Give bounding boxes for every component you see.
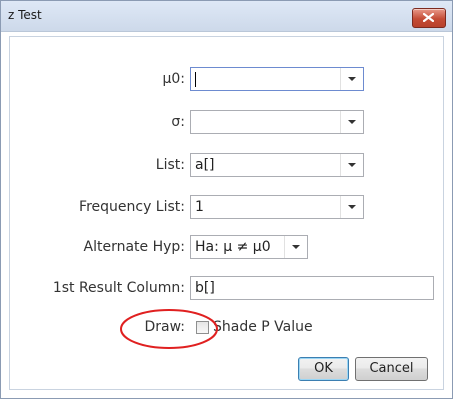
frequency-list-value: 1 (195, 199, 204, 215)
close-button[interactable] (412, 8, 446, 28)
list-label: List: (155, 157, 185, 173)
list-dropdown-button[interactable] (340, 154, 363, 176)
text-caret (195, 72, 196, 87)
frequency-list-label: Frequency List: (79, 199, 185, 215)
dialog-title: z Test (8, 8, 42, 22)
result-column-label: 1st Result Column: (52, 280, 185, 296)
list-value: a[] (195, 157, 215, 173)
result-column-input[interactable]: b[] (190, 276, 434, 300)
alternate-hyp-dropdown-button[interactable] (284, 236, 307, 258)
alternate-hyp-label: Alternate Hyp: (83, 239, 186, 255)
list-combobox[interactable]: a[] (190, 153, 364, 177)
mu0-combobox[interactable] (190, 67, 364, 91)
alternate-hyp-select[interactable]: Ha: µ ≠ µ0 (190, 235, 308, 259)
mu0-dropdown-button[interactable] (340, 68, 363, 90)
dialog-body: µ0: σ: List: a[] Frequency List: 1 Alter… (9, 36, 444, 390)
shade-p-value-label[interactable]: Shade P Value (213, 318, 313, 336)
mu0-label: µ0: (162, 71, 185, 87)
result-column-value: b[] (195, 280, 215, 296)
sigma-dropdown-button[interactable] (340, 111, 363, 133)
cancel-button[interactable]: Cancel (355, 357, 428, 381)
ok-button[interactable]: OK (298, 357, 349, 381)
frequency-list-dropdown-button[interactable] (340, 196, 363, 218)
frequency-list-combobox[interactable]: 1 (190, 195, 364, 219)
alternate-hyp-value: Ha: µ ≠ µ0 (195, 239, 271, 255)
sigma-combobox[interactable] (190, 110, 364, 134)
annotation-ellipse (120, 309, 218, 349)
chevron-down-icon (348, 205, 356, 209)
title-bar: z Test (1, 1, 452, 32)
chevron-down-icon (348, 120, 356, 124)
chevron-down-icon (348, 163, 356, 167)
chevron-down-icon (348, 77, 356, 81)
chevron-down-icon (292, 245, 300, 249)
sigma-label: σ: (171, 114, 185, 130)
